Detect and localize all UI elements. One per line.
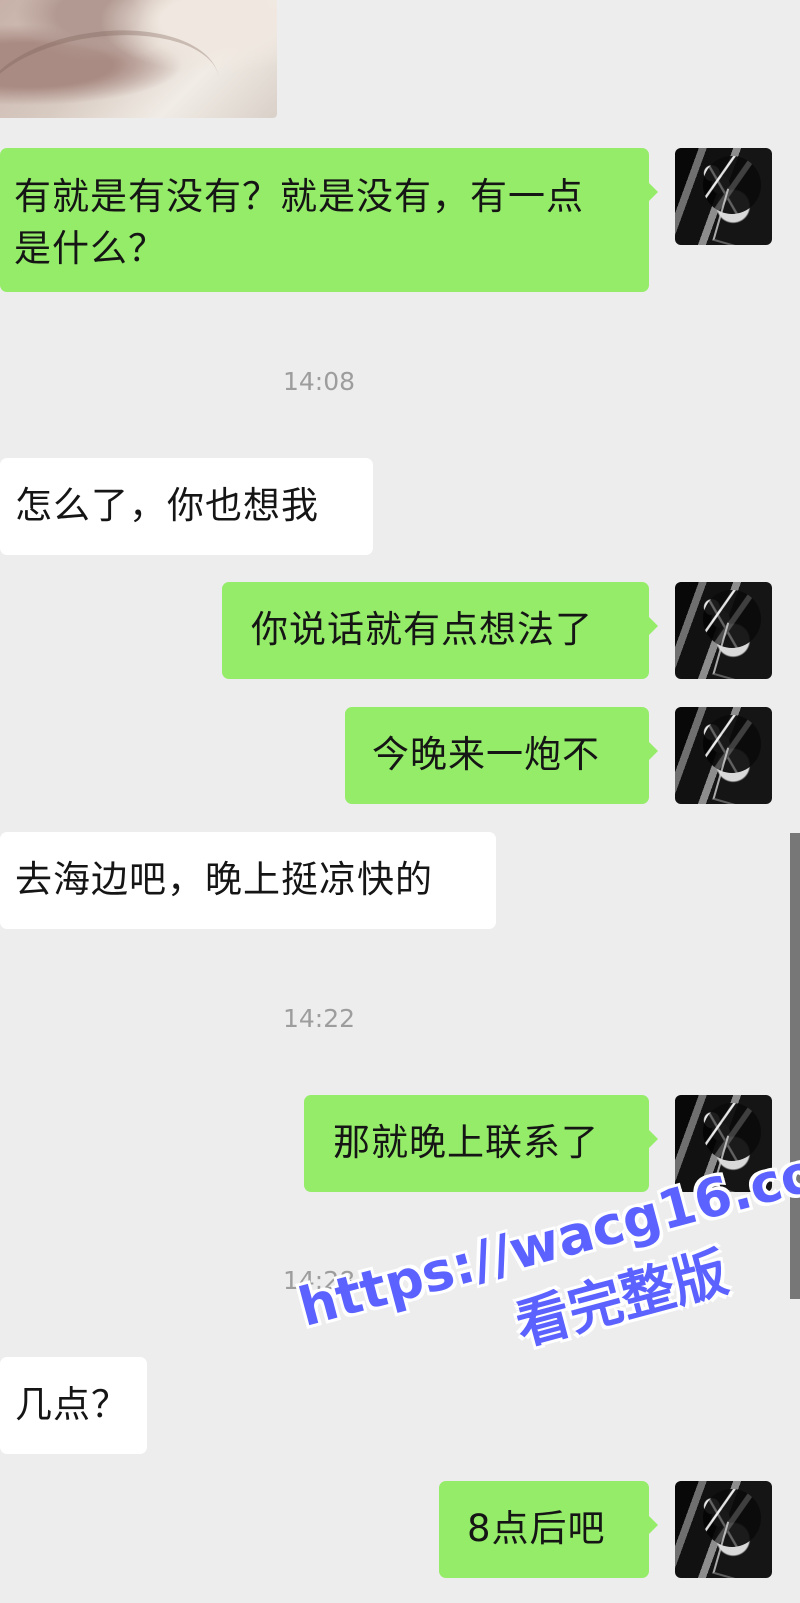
outgoing-message-text: 今晚来一炮不 [372, 733, 600, 776]
outgoing-message-bubble[interactable]: 今晚来一炮不 [345, 707, 658, 804]
message-timestamp: 14:08 [282, 367, 356, 396]
chat-conversation[interactable]: 有就是有没有？就是没有，有一点 是什么？ 14:08 怎么了，你也想我 你说话就… [0, 0, 800, 1603]
incoming-message-text: 去海边吧，晚上挺凉快的 [15, 858, 433, 901]
vertical-scrollbar[interactable] [790, 833, 800, 1299]
user-avatar[interactable] [675, 582, 772, 679]
outgoing-message-text: 有就是有没有？就是没有，有一点 [14, 175, 584, 218]
message-timestamp: 14:22 [282, 1004, 356, 1033]
outgoing-message-bubble[interactable]: 你说话就有点想法了 [222, 582, 658, 679]
user-avatar[interactable] [675, 707, 772, 804]
incoming-message-bubble[interactable]: 几点？ [0, 1357, 147, 1454]
outgoing-message-bubble[interactable]: 有就是有没有？就是没有，有一点 是什么？ [0, 148, 658, 292]
outgoing-message-text: 8点后吧 [467, 1507, 606, 1550]
shared-photo-thumbnail[interactable] [0, 0, 277, 118]
incoming-message-text: 怎么了，你也想我 [15, 484, 319, 527]
outgoing-message-text: 是什么？ [14, 227, 166, 270]
user-avatar[interactable] [675, 1095, 772, 1192]
outgoing-message-text: 你说话就有点想法了 [251, 608, 593, 651]
message-timestamp: 14:28 [282, 1266, 356, 1295]
outgoing-message-bubble[interactable]: 那就晚上联系了 [304, 1095, 658, 1192]
user-avatar[interactable] [675, 148, 772, 245]
incoming-message-bubble[interactable]: 怎么了，你也想我 [0, 458, 373, 555]
outgoing-message-text: 那就晚上联系了 [333, 1121, 599, 1164]
incoming-message-text: 几点？ [15, 1383, 129, 1426]
outgoing-message-bubble[interactable]: 8点后吧 [439, 1481, 658, 1578]
user-avatar[interactable] [675, 1481, 772, 1578]
watermark-subtitle: 看完整版 [509, 1240, 735, 1358]
incoming-message-bubble[interactable]: 去海边吧，晚上挺凉快的 [0, 832, 496, 929]
